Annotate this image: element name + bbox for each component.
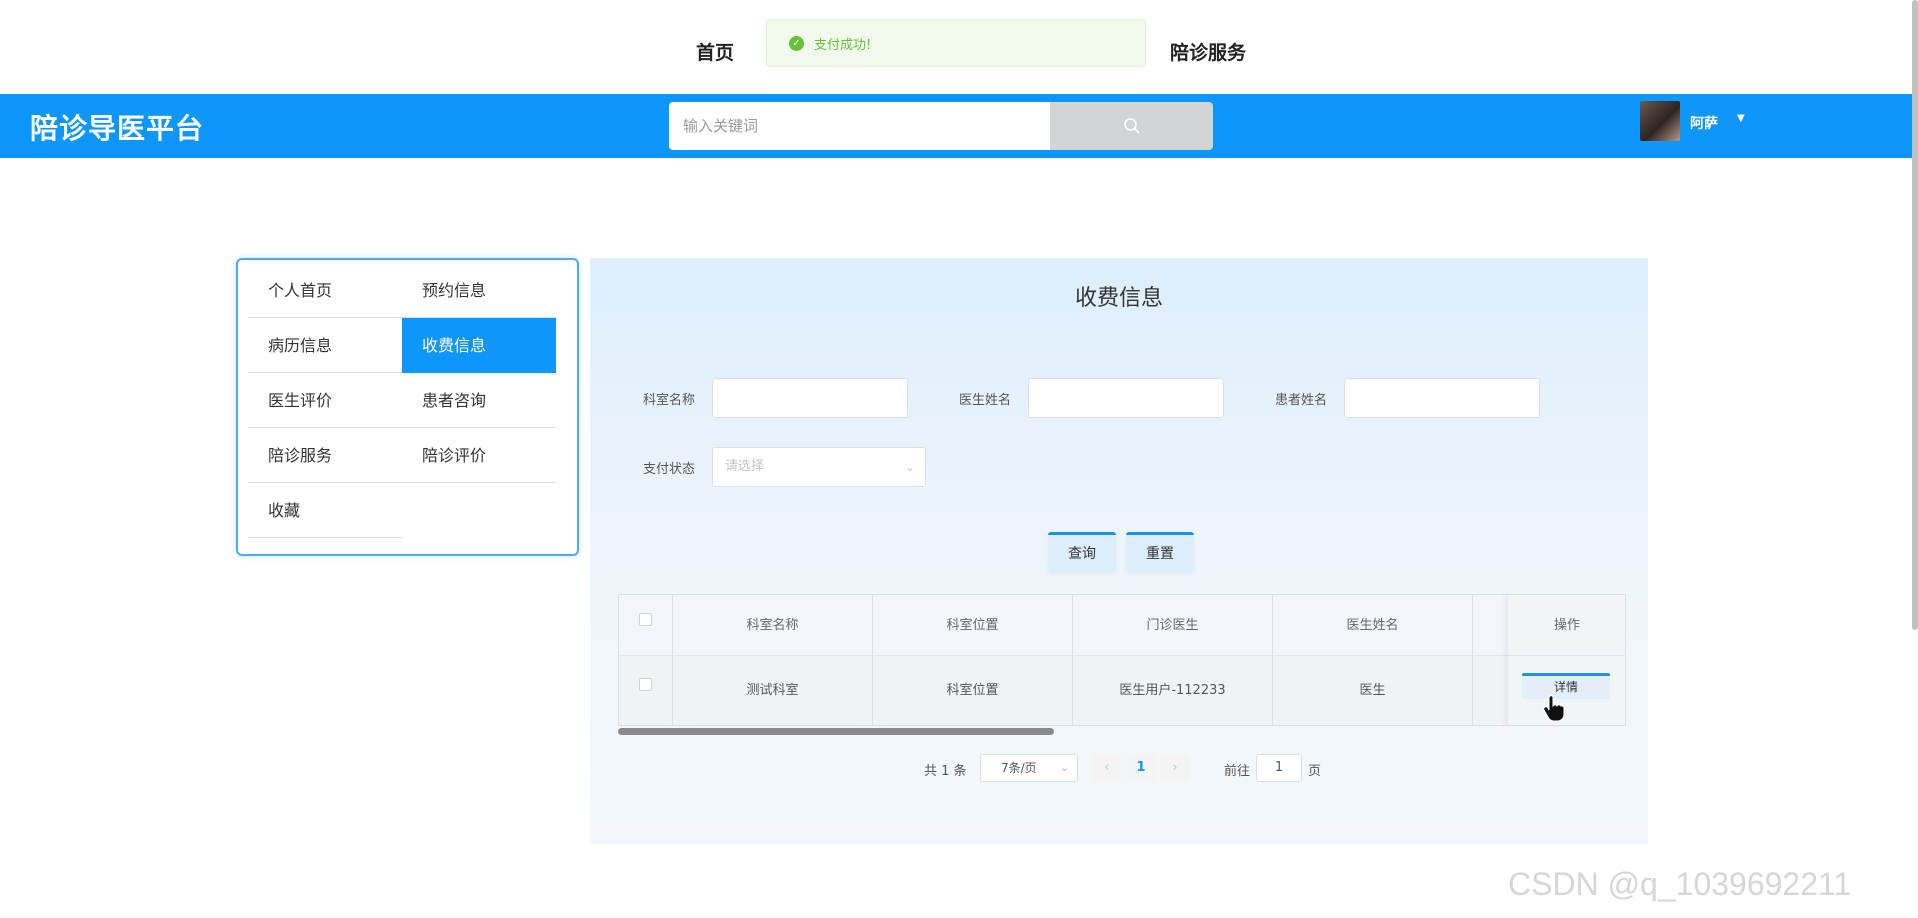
page-title: 收费信息 xyxy=(1074,286,1163,311)
table-horizontal-scrollbar[interactable] xyxy=(618,728,1054,735)
sidebar-item-favorites[interactable]: 收藏 xyxy=(248,483,402,538)
goto-prefix: 前往 xyxy=(1224,764,1251,779)
search-icon xyxy=(1123,118,1140,134)
sidebar-item-escort-service[interactable]: 陪诊服务 xyxy=(248,428,402,483)
col-clinic-doctor[interactable]: 门诊医生 xyxy=(1073,595,1273,656)
action-column: 操作 详情 xyxy=(1508,595,1625,725)
pay-status-select[interactable]: 请选择 ⌄ xyxy=(712,447,926,487)
avatar[interactable] xyxy=(1640,101,1680,141)
cell-dept-name: 测试科室 xyxy=(673,656,873,725)
sidebar-item-escort-reviews[interactable]: 陪诊评价 xyxy=(402,428,556,483)
prev-page-button[interactable]: ‹ xyxy=(1092,754,1122,782)
charges-table: 科室名称 科室位置 门诊医生 医生姓名 测试科室 科室位置 医生用户-11223… xyxy=(618,594,1626,726)
row-checkbox[interactable] xyxy=(639,678,652,691)
watermark: CSDN @q_1039692211 xyxy=(1508,866,1852,902)
patient-name-input[interactable] xyxy=(1344,378,1540,418)
reset-button[interactable]: 重置 xyxy=(1126,532,1194,572)
hand-cursor-icon xyxy=(1543,695,1565,722)
header-bar: 陪诊导医平台 阿萨 ▼ xyxy=(0,94,1912,158)
doctor-name-input[interactable] xyxy=(1028,378,1224,418)
col-action: 操作 xyxy=(1508,595,1625,656)
col-dept-location[interactable]: 科室位置 xyxy=(873,595,1073,656)
sidebar-item-charges[interactable]: 收费信息 xyxy=(402,318,556,373)
dept-name-label: 科室名称 xyxy=(643,393,696,408)
cell-doctor-name: 医生 xyxy=(1273,656,1473,725)
success-toast: ✓ 支付成功! xyxy=(766,19,1146,67)
col-doctor-name[interactable]: 医生姓名 xyxy=(1273,595,1473,656)
doctor-name-label: 医生姓名 xyxy=(959,393,1012,408)
search-input[interactable] xyxy=(669,102,1050,150)
page-1-button[interactable]: 1 xyxy=(1126,754,1156,782)
row-checkbox-cell xyxy=(619,656,673,725)
header-checkbox-cell xyxy=(619,595,673,656)
chevron-down-icon: ⌄ xyxy=(904,460,915,474)
detail-button[interactable]: 详情 xyxy=(1522,673,1610,699)
cell-dept-location: 科室位置 xyxy=(873,656,1073,725)
cell-clinic-doctor: 医生用户-112233 xyxy=(1073,656,1273,725)
site-logo[interactable]: 陪诊导医平台 xyxy=(30,107,204,147)
page-size-select[interactable]: 7条/页 ⌄ xyxy=(980,754,1078,782)
top-nav: 首页 陪诊服务 ✓ 支付成功! xyxy=(0,0,1918,94)
page-scrollbar[interactable] xyxy=(1912,0,1918,630)
pagination-total: 共 1 条 xyxy=(924,764,967,779)
query-button[interactable]: 查询 xyxy=(1048,532,1116,572)
sidebar-item-personal-home[interactable]: 个人首页 xyxy=(248,263,402,318)
patient-name-label: 患者姓名 xyxy=(1275,393,1328,408)
caret-down-icon[interactable]: ▼ xyxy=(1737,113,1745,124)
sidebar-menu: 个人首页 预约信息 病历信息 收费信息 医生评价 患者咨询 陪诊服务 陪诊评价 … xyxy=(236,258,579,556)
sidebar-item-medical-records[interactable]: 病历信息 xyxy=(248,318,402,373)
toast-message: 支付成功! xyxy=(814,37,872,53)
sidebar-item-patient-consult[interactable]: 患者咨询 xyxy=(402,373,556,428)
pay-status-label: 支付状态 xyxy=(643,462,696,477)
chevron-down-icon: ⌄ xyxy=(1059,761,1069,774)
check-circle-icon: ✓ xyxy=(789,35,804,51)
pay-status-placeholder: 请选择 xyxy=(725,459,765,474)
nav-home[interactable]: 首页 xyxy=(696,38,734,65)
search-button[interactable] xyxy=(1050,102,1213,150)
charges-panel: 收费信息 科室名称 医生姓名 患者姓名 支付状态 请选择 ⌄ 查询 重置 科室名… xyxy=(590,258,1648,844)
username[interactable]: 阿萨 xyxy=(1690,113,1718,133)
page-size-value: 7条/页 xyxy=(1001,761,1037,775)
sidebar-item-doctor-reviews[interactable]: 医生评价 xyxy=(248,373,402,428)
dept-name-input[interactable] xyxy=(712,378,908,418)
select-all-checkbox[interactable] xyxy=(639,613,652,626)
goto-page-input[interactable]: 1 xyxy=(1256,754,1302,782)
goto-suffix: 页 xyxy=(1308,764,1322,779)
next-page-button[interactable]: › xyxy=(1160,754,1190,782)
nav-escort-service[interactable]: 陪诊服务 xyxy=(1170,38,1246,65)
sidebar-item-appointments[interactable]: 预约信息 xyxy=(402,263,556,318)
col-dept-name[interactable]: 科室名称 xyxy=(673,595,873,656)
